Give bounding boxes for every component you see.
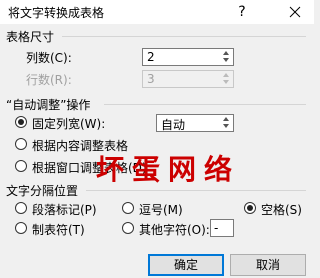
fit-content-radio[interactable]: [15, 138, 27, 150]
dialog-title: 将文字转换成表格: [8, 6, 105, 20]
tab-label: 制表符(T): [32, 223, 85, 237]
fit-window-radio[interactable]: [15, 160, 27, 172]
dialog-body: 表格尺寸 列数(C): 2 行数(R): 3 “自动调整”操作 固定列宽(W):…: [0, 24, 314, 278]
close-button[interactable]: [280, 0, 310, 24]
tab-radio[interactable]: [15, 222, 27, 234]
other-char-label: 其他字符(O):: [139, 223, 210, 237]
section-divider: [62, 36, 306, 37]
autofit-heading: “自动调整”操作: [6, 98, 91, 112]
spinner-arrows: [219, 71, 233, 87]
help-button[interactable]: ?: [232, 2, 252, 22]
table-size-heading: 表格尺寸: [6, 30, 55, 44]
rows-value: 3: [147, 72, 155, 86]
title-bar: 将文字转换成表格 ?: [0, 0, 314, 24]
spinner-arrows[interactable]: [219, 49, 233, 65]
other-char-radio[interactable]: [122, 222, 134, 234]
arrow-up-icon: [223, 73, 229, 77]
watermark-text: 坏蛋网络: [96, 153, 241, 186]
spinner-arrows[interactable]: [219, 115, 233, 131]
comma-label: 逗号(M): [139, 203, 183, 217]
paragraph-mark-radio[interactable]: [15, 202, 27, 214]
separator-heading: 文字分隔位置: [6, 184, 79, 198]
arrow-up-icon[interactable]: [223, 117, 229, 121]
columns-value: 2: [147, 50, 155, 64]
rows-label: 行数(R):: [26, 73, 72, 87]
arrow-down-icon: [223, 80, 229, 84]
columns-label: 列数(C):: [26, 51, 72, 65]
cancel-button[interactable]: 取消: [230, 254, 306, 276]
arrow-up-icon[interactable]: [223, 51, 229, 55]
fixed-width-spinner[interactable]: 自动: [156, 114, 234, 132]
space-radio[interactable]: [244, 202, 256, 214]
comma-radio[interactable]: [122, 202, 134, 214]
fixed-width-label: 固定列宽(W):: [32, 117, 106, 131]
other-char-input[interactable]: -: [210, 219, 234, 237]
arrow-down-icon[interactable]: [223, 124, 229, 128]
section-divider: [86, 190, 306, 191]
section-divider: [104, 104, 306, 105]
fixed-width-value: 自动: [161, 118, 186, 132]
paragraph-mark-label: 段落标记(P): [32, 203, 97, 217]
space-label: 空格(S): [261, 203, 302, 217]
ok-button[interactable]: 确定: [148, 254, 224, 276]
arrow-down-icon[interactable]: [223, 58, 229, 62]
close-icon: [289, 6, 301, 18]
fixed-width-radio[interactable]: [15, 116, 27, 128]
rows-spinner: 3: [142, 70, 234, 88]
columns-spinner[interactable]: 2: [142, 48, 234, 66]
